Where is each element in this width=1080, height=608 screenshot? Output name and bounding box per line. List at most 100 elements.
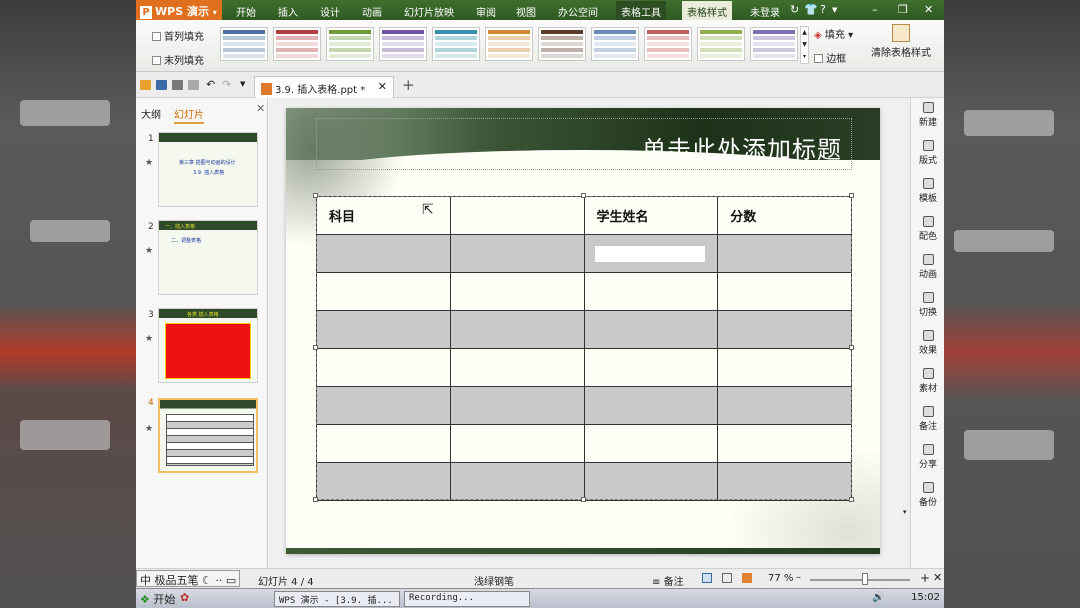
table-style-swatch[interactable]	[750, 27, 798, 61]
table-cell[interactable]	[316, 462, 451, 501]
zoom-in-icon[interactable]: +	[920, 571, 930, 585]
undo-icon[interactable]: ↶	[206, 78, 215, 91]
sorter-view-icon[interactable]	[722, 573, 732, 583]
table-cell[interactable]: 学生姓名	[583, 196, 719, 235]
slide-title[interactable]: 单击此处添加标题	[642, 130, 842, 165]
table-cell[interactable]	[583, 386, 719, 425]
resize-handle[interactable]	[581, 193, 586, 198]
last-col-fill-checkbox[interactable]: 末列填充	[152, 52, 230, 67]
table-cell[interactable]	[583, 272, 719, 311]
table-style-swatch[interactable]	[432, 27, 480, 61]
table-cell[interactable]	[449, 196, 585, 235]
table-style-swatch[interactable]	[379, 27, 427, 61]
slide-thumbnail-1[interactable]: 第三章 插图与动画的设计 3.9. 插入表格	[158, 132, 258, 207]
open-icon[interactable]	[140, 80, 151, 90]
tray-icons[interactable]: 🔊	[872, 592, 884, 603]
help-button[interactable]: ?	[820, 3, 826, 16]
resize-handle[interactable]	[313, 497, 318, 502]
menu-office-space[interactable]: 办公空间	[558, 4, 598, 19]
table-style-swatch[interactable]	[538, 27, 586, 61]
refresh-icon[interactable]: ↻	[790, 3, 799, 16]
table-cell[interactable]	[449, 234, 585, 273]
slide-thumbnail-4[interactable]	[158, 398, 258, 473]
table-cell[interactable]	[717, 462, 852, 501]
table-cell[interactable]	[316, 386, 451, 425]
right-bar-transition[interactable]: 切换	[911, 292, 944, 318]
menu-insert[interactable]: 插入	[278, 4, 298, 19]
menu-table-tools[interactable]: 表格工具	[616, 1, 666, 20]
table-style-swatch[interactable]	[697, 27, 745, 61]
table-cell[interactable]	[449, 424, 585, 463]
table-cell[interactable]	[449, 272, 585, 311]
zoom-out-icon[interactable]: –	[796, 572, 801, 583]
table-cell[interactable]	[583, 462, 719, 501]
table-style-swatch[interactable]	[273, 27, 321, 61]
tab-outline[interactable]: 大纲	[141, 106, 161, 121]
close-panel-icon[interactable]: ✕	[256, 102, 265, 115]
resize-handle[interactable]	[313, 193, 318, 198]
right-bar-animation[interactable]: 动画	[911, 254, 944, 280]
menu-table-style[interactable]: 表格样式	[682, 1, 732, 20]
shirt-icon[interactable]: 👕	[804, 3, 818, 16]
table-cell[interactable]	[717, 272, 852, 311]
table-cell[interactable]	[316, 424, 451, 463]
table-style-swatch[interactable]	[591, 27, 639, 61]
menu-animation[interactable]: 动画	[362, 4, 382, 19]
vertical-scrollbar[interactable]: ▾	[902, 98, 910, 568]
ime-indicator[interactable]: 中 极品五笔 ☾ ·· ▭	[136, 570, 241, 587]
table-cell[interactable]	[316, 272, 451, 311]
fit-window-icon[interactable]: ✕	[933, 571, 942, 584]
table-cell[interactable]: 分数	[717, 196, 852, 235]
table-cell[interactable]	[449, 348, 585, 387]
new-tab-button[interactable]: +	[402, 76, 415, 94]
zoom-slider-knob[interactable]	[862, 573, 868, 585]
normal-view-icon[interactable]	[702, 573, 712, 583]
right-bar-layout[interactable]: 版式	[911, 140, 944, 166]
table-cell[interactable]	[449, 310, 585, 349]
right-bar-share[interactable]: 分享	[911, 444, 944, 470]
right-bar-color-scheme[interactable]: 配色	[911, 216, 944, 242]
table-cell[interactable]	[717, 386, 852, 425]
resize-handle[interactable]	[849, 497, 854, 502]
table-cell[interactable]	[717, 424, 852, 463]
slide-thumbnail-2[interactable]: 一、插入表格 二、调整表格	[158, 220, 258, 295]
right-bar-new[interactable]: 新建	[911, 102, 944, 128]
menu-review[interactable]: 审阅	[476, 4, 496, 19]
taskbar-item-recording[interactable]: Recording...	[404, 591, 530, 607]
resize-handle[interactable]	[849, 193, 854, 198]
chevron-down-icon[interactable]: ▼	[832, 6, 837, 14]
first-col-fill-checkbox[interactable]: 首列填充	[152, 28, 230, 43]
restore-button[interactable]: ❐	[898, 3, 908, 16]
start-button[interactable]: ❖ 开始	[136, 590, 179, 607]
redo-icon[interactable]: ↷	[222, 78, 231, 91]
notes-button[interactable]: ≡ 备注	[652, 573, 684, 588]
fill-button[interactable]: ◈ 填充 ▾	[814, 26, 853, 41]
clear-table-style-button[interactable]: 清除表格样式	[866, 24, 936, 59]
resize-handle[interactable]	[849, 345, 854, 350]
close-tab-icon[interactable]: ✕	[378, 80, 387, 93]
right-bar-backup[interactable]: 备份	[911, 482, 944, 508]
slide-table[interactable]: 科目 学生姓名 分数	[316, 196, 852, 501]
menu-slideshow[interactable]: 幻灯片放映	[404, 4, 454, 19]
table-cell[interactable]	[316, 310, 451, 349]
print-icon[interactable]	[172, 80, 183, 90]
tab-slides[interactable]: 幻灯片	[174, 106, 204, 124]
resize-handle[interactable]	[313, 345, 318, 350]
preview-icon[interactable]	[188, 80, 199, 90]
slide-thumbnail-3[interactable]: 各类 插入表格	[158, 308, 258, 383]
play-slideshow-icon[interactable]	[742, 573, 752, 583]
table-cell[interactable]	[449, 386, 585, 425]
table-style-swatch[interactable]	[326, 27, 374, 61]
table-cell[interactable]	[583, 424, 719, 463]
menu-home[interactable]: 开始	[236, 4, 256, 19]
zoom-slider[interactable]	[810, 579, 910, 581]
menu-view[interactable]: 视图	[516, 4, 536, 19]
cell-edit-box[interactable]	[594, 245, 705, 262]
minimize-button[interactable]: –	[872, 3, 878, 16]
gallery-scroll[interactable]: ▲ ▼ ▾	[800, 26, 809, 64]
right-bar-template[interactable]: 模板	[911, 178, 944, 204]
table-cell[interactable]	[583, 234, 719, 273]
border-button[interactable]: 边框	[814, 50, 846, 65]
right-bar-material[interactable]: 素材	[911, 368, 944, 394]
table-style-swatch[interactable]	[644, 27, 692, 61]
